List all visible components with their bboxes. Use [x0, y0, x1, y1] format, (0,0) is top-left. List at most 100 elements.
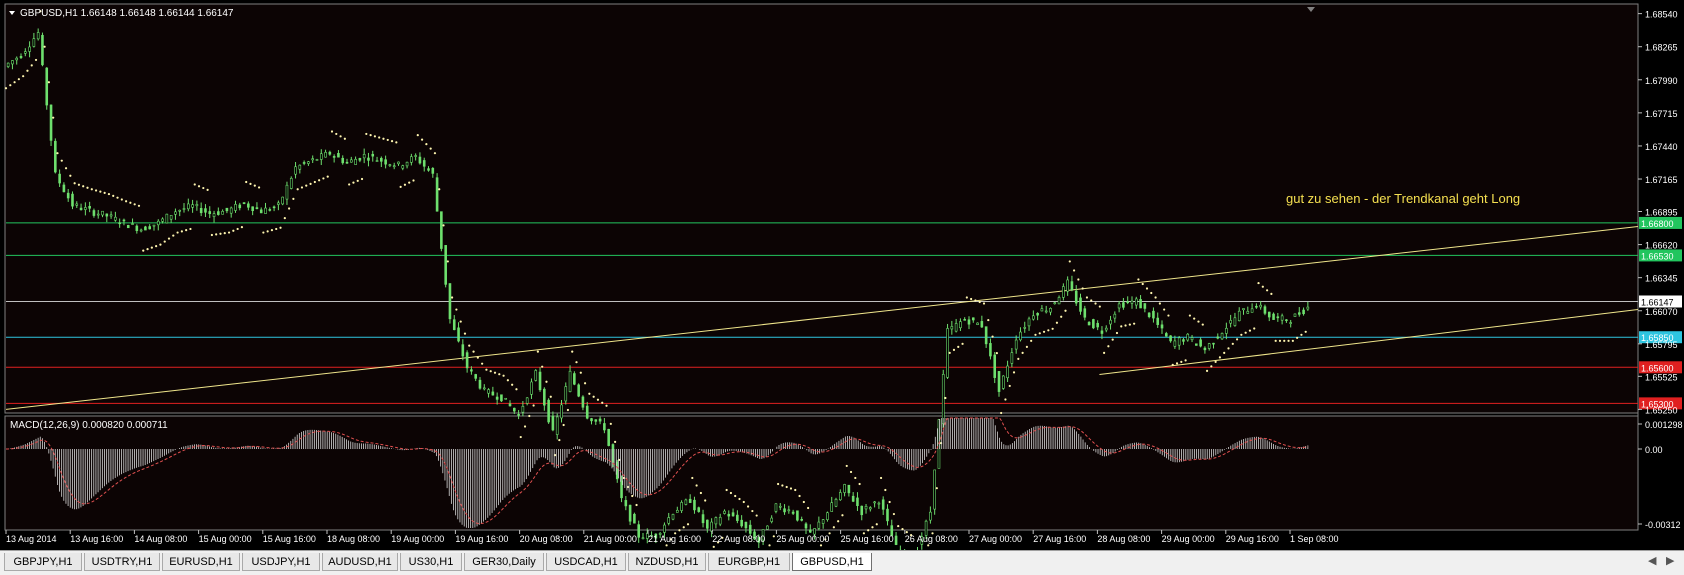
tab-us30-h1[interactable]: US30,H1 [400, 553, 462, 571]
psar-dot [296, 188, 299, 191]
psar-dot [253, 184, 256, 187]
tab-usdcad-h1[interactable]: USDCAD,H1 [546, 553, 626, 571]
level-price-label: 1.66530 [1641, 251, 1674, 261]
tab-usdtry-h1[interactable]: USDTRY,H1 [84, 553, 160, 571]
psar-dot [1214, 360, 1217, 363]
psar-dot [819, 544, 823, 547]
tab-nzdusd-h1[interactable]: NZDUSD,H1 [628, 553, 706, 571]
candle-body [457, 327, 460, 342]
psar-dot [1038, 332, 1041, 335]
psar-dot [1154, 296, 1157, 299]
time-tick-label: 1 Sep 08:00 [1290, 534, 1339, 544]
tab-scroll-left-icon[interactable]: ◀ [1648, 554, 1656, 567]
tab-eurgbp-h1[interactable]: EURGBP,H1 [708, 553, 790, 571]
psar-dot [558, 438, 561, 442]
chart-window[interactable]: 1.66800 1.66530 1.66147 1.65850 1.65600 1.653… [0, 0, 1684, 550]
candle-body [208, 211, 212, 215]
psar-dot [373, 135, 376, 138]
psar-dot [313, 180, 316, 184]
candle-body [877, 502, 881, 505]
candle-body [302, 162, 306, 164]
psar-dot [56, 152, 59, 155]
psar-dot [549, 395, 552, 398]
candle-body [1147, 312, 1151, 317]
psar-dot [86, 186, 89, 189]
psar-dot [1094, 302, 1097, 305]
psar-dot [26, 69, 29, 72]
candle-body [534, 370, 538, 381]
psar-dot [515, 388, 518, 391]
chart-annotation[interactable]: gut zu sehen - der Trendkanal geht Long [1286, 191, 1520, 206]
psar-dot [1021, 351, 1024, 354]
candle-body [1276, 316, 1280, 319]
macd-tick-label: 0.00 [1645, 445, 1663, 455]
candle-body [1139, 299, 1142, 309]
candle-body [873, 501, 876, 504]
candle-body [36, 32, 40, 40]
psar-dot [348, 183, 351, 186]
psar-dot [60, 159, 63, 162]
candle-body [796, 510, 799, 521]
psar-dot [493, 371, 497, 374]
psar-dot [1137, 278, 1140, 281]
candle-body [1229, 320, 1232, 324]
candle-body [272, 206, 276, 209]
candle-body [1306, 306, 1310, 310]
candle-body [1100, 330, 1104, 334]
candle-body [247, 203, 250, 208]
psar-dot [1296, 336, 1299, 339]
price-pane[interactable] [4, 3, 1639, 414]
candle-body [1019, 331, 1022, 341]
psar-dot [541, 365, 544, 368]
tab-gbpusd-h1[interactable]: GBPUSD,H1 [792, 553, 872, 571]
tab-usdjpy-h1[interactable]: USDJPY,H1 [242, 553, 320, 571]
candle-body [465, 352, 469, 369]
candle-body [88, 206, 91, 209]
psar-dot [957, 345, 960, 348]
tab-ger30-daily[interactable]: GER30,Daily [464, 553, 544, 571]
psar-dot [832, 526, 835, 529]
psar-dot [1193, 317, 1196, 320]
psar-dot [257, 186, 261, 189]
candle-body [315, 159, 319, 161]
candle-body [1280, 315, 1284, 321]
price-tick-label: 1.65795 [1645, 340, 1678, 350]
candle-body [178, 209, 182, 212]
psar-dot [77, 183, 81, 186]
macd-pane[interactable] [4, 415, 1639, 531]
time-tick-label: 21 Aug 00:00 [584, 534, 637, 544]
tab-scroll-right-icon[interactable]: ▶ [1666, 554, 1674, 567]
psar-dot [699, 491, 702, 495]
candle-body [135, 225, 139, 231]
candle-body [817, 521, 821, 529]
tab-gbpjpy-h1[interactable]: GBPJPY,H1 [4, 553, 82, 571]
candle-body [1250, 308, 1254, 313]
chart-canvas[interactable]: 1.668001.665301.661471.658501.656001.653… [0, 0, 1684, 550]
candle-body [941, 374, 945, 425]
time-tick-label: 25 Aug 16:00 [841, 534, 894, 544]
psar-dot [1133, 322, 1136, 325]
candle-body [229, 207, 233, 214]
psar-dot [837, 520, 840, 523]
candle-body [710, 521, 713, 532]
candle-body [491, 391, 495, 396]
time-axis-ticks: 13 Aug 2014 13 Aug 16:00 14 Aug 08:00 15 Au… [5, 530, 1339, 544]
tab-eurusd-h1[interactable]: EURUSD,H1 [162, 553, 240, 571]
candle-body [1092, 319, 1095, 329]
candle-body [538, 371, 542, 391]
psar-dot [1098, 305, 1101, 308]
candle-body [723, 510, 726, 514]
psar-dot [309, 182, 312, 185]
psar-dot [1218, 356, 1222, 359]
psar-dot [725, 488, 728, 492]
candle-body [341, 157, 345, 164]
candle-body [152, 224, 156, 227]
psar-dot [438, 188, 441, 191]
psar-dot [781, 484, 784, 487]
candle-body [444, 245, 447, 285]
psar-dot [849, 470, 853, 474]
tab-audusd-h1[interactable]: AUDUSD,H1 [322, 553, 398, 571]
psar-dot [1304, 330, 1307, 333]
candle-body [452, 319, 456, 331]
time-tick-label: 26 Aug 08:00 [905, 534, 958, 544]
